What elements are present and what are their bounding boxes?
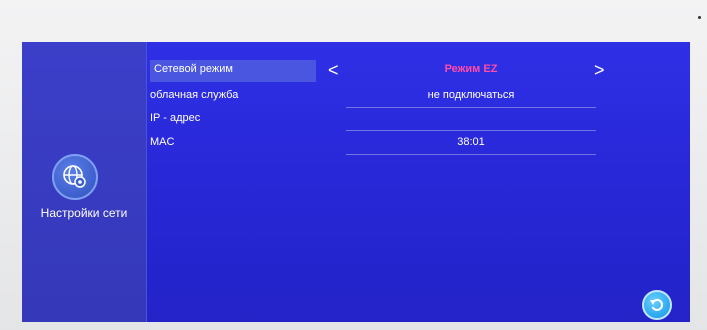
mac-row[interactable]: MAC 38:01 — [150, 133, 610, 155]
network-settings-icon[interactable] — [52, 154, 98, 200]
intercom-device: Настройки сети Сетевой режим < Режим EZ … — [0, 0, 707, 330]
ip-address-label: IP - адрес — [150, 112, 201, 124]
screen: Настройки сети Сетевой режим < Режим EZ … — [22, 42, 690, 322]
back-arrow-icon — [650, 298, 664, 311]
row-divider — [346, 130, 596, 131]
next-arrow-button[interactable]: > — [594, 61, 605, 79]
network-mode-row[interactable]: Сетевой режим < Режим EZ > — [150, 60, 610, 82]
network-mode-label: Сетевой режим — [154, 63, 233, 75]
sidebar: Настройки сети — [22, 42, 147, 322]
row-divider — [346, 107, 596, 108]
camera-dot — [698, 16, 701, 19]
row-divider — [346, 154, 596, 155]
mac-value: 38:01 — [457, 136, 485, 148]
ip-address-row[interactable]: IP - адрес — [150, 109, 610, 131]
mac-label: MAC — [150, 136, 175, 148]
cloud-service-label: облачная служба — [150, 89, 239, 101]
prev-arrow-button[interactable]: < — [328, 61, 339, 79]
cloud-service-value: не подключаться — [427, 89, 515, 101]
sidebar-item-label[interactable]: Настройки сети — [22, 206, 146, 220]
back-button[interactable] — [642, 290, 672, 320]
network-mode-value: Режим EZ — [444, 63, 498, 75]
cloud-service-row[interactable]: облачная служба не подключаться — [150, 86, 610, 108]
globe-gear-icon — [63, 165, 86, 188]
